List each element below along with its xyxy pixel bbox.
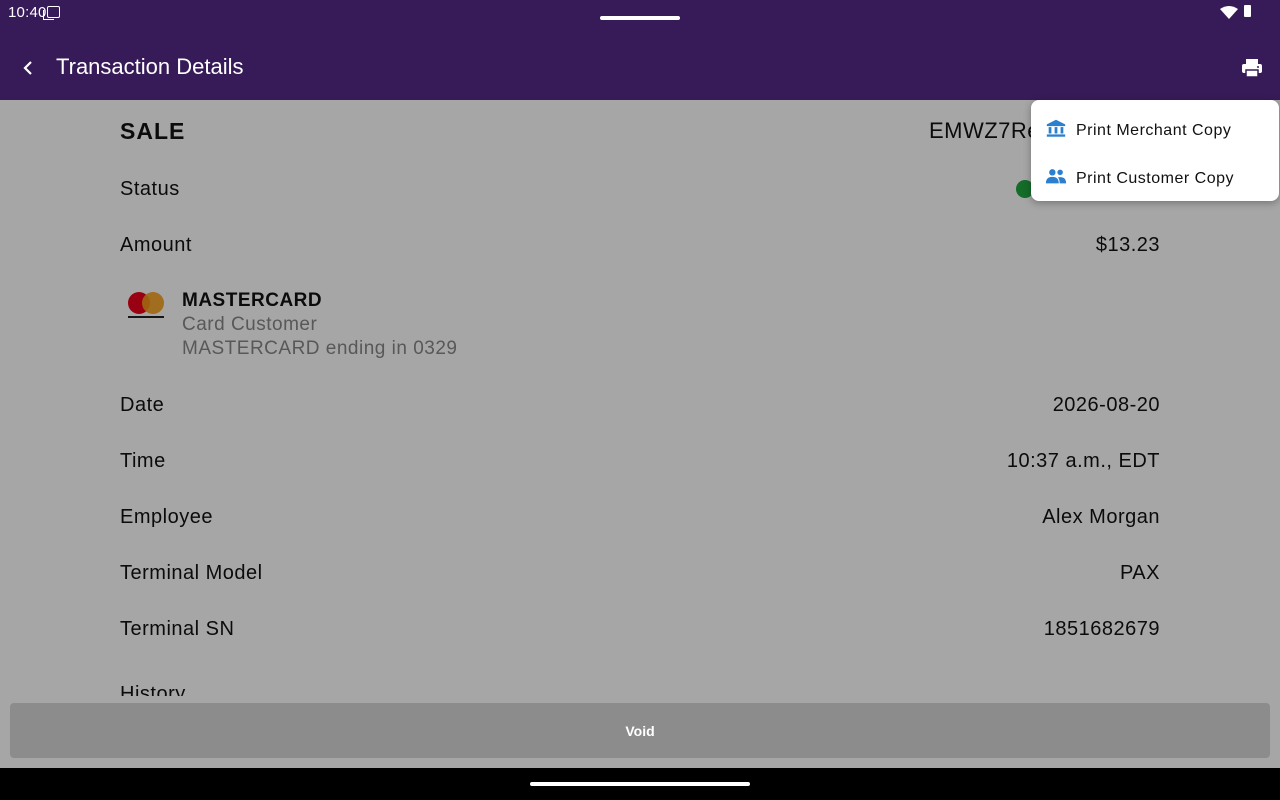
- people-icon: [1045, 169, 1067, 184]
- printer-icon[interactable]: [1240, 56, 1264, 80]
- print-merchant-copy-label: Print Merchant Copy: [1076, 122, 1232, 139]
- page-title: Transaction Details: [56, 54, 244, 79]
- back-arrow-icon[interactable]: [16, 56, 40, 80]
- top-handle: [600, 16, 680, 20]
- print-customer-copy[interactable]: Print Customer Copy: [1031, 152, 1279, 200]
- bank-icon: [1046, 119, 1066, 137]
- screen-icon: [43, 6, 60, 20]
- status-time: 10:40: [8, 4, 47, 21]
- print-customer-copy-label: Print Customer Copy: [1076, 170, 1234, 187]
- print-menu: Print Merchant Copy Print Customer Copy: [1031, 100, 1279, 201]
- wifi-icon: [1220, 6, 1238, 19]
- battery-icon: [1244, 5, 1251, 17]
- status-bar: 10:40: [0, 0, 1280, 36]
- navigation-bar: [0, 768, 1280, 800]
- app-bar: Transaction Details: [0, 36, 1280, 100]
- home-gesture-bar[interactable]: [530, 782, 750, 786]
- print-merchant-copy[interactable]: Print Merchant Copy: [1031, 104, 1279, 152]
- void-button[interactable]: Void: [10, 703, 1270, 758]
